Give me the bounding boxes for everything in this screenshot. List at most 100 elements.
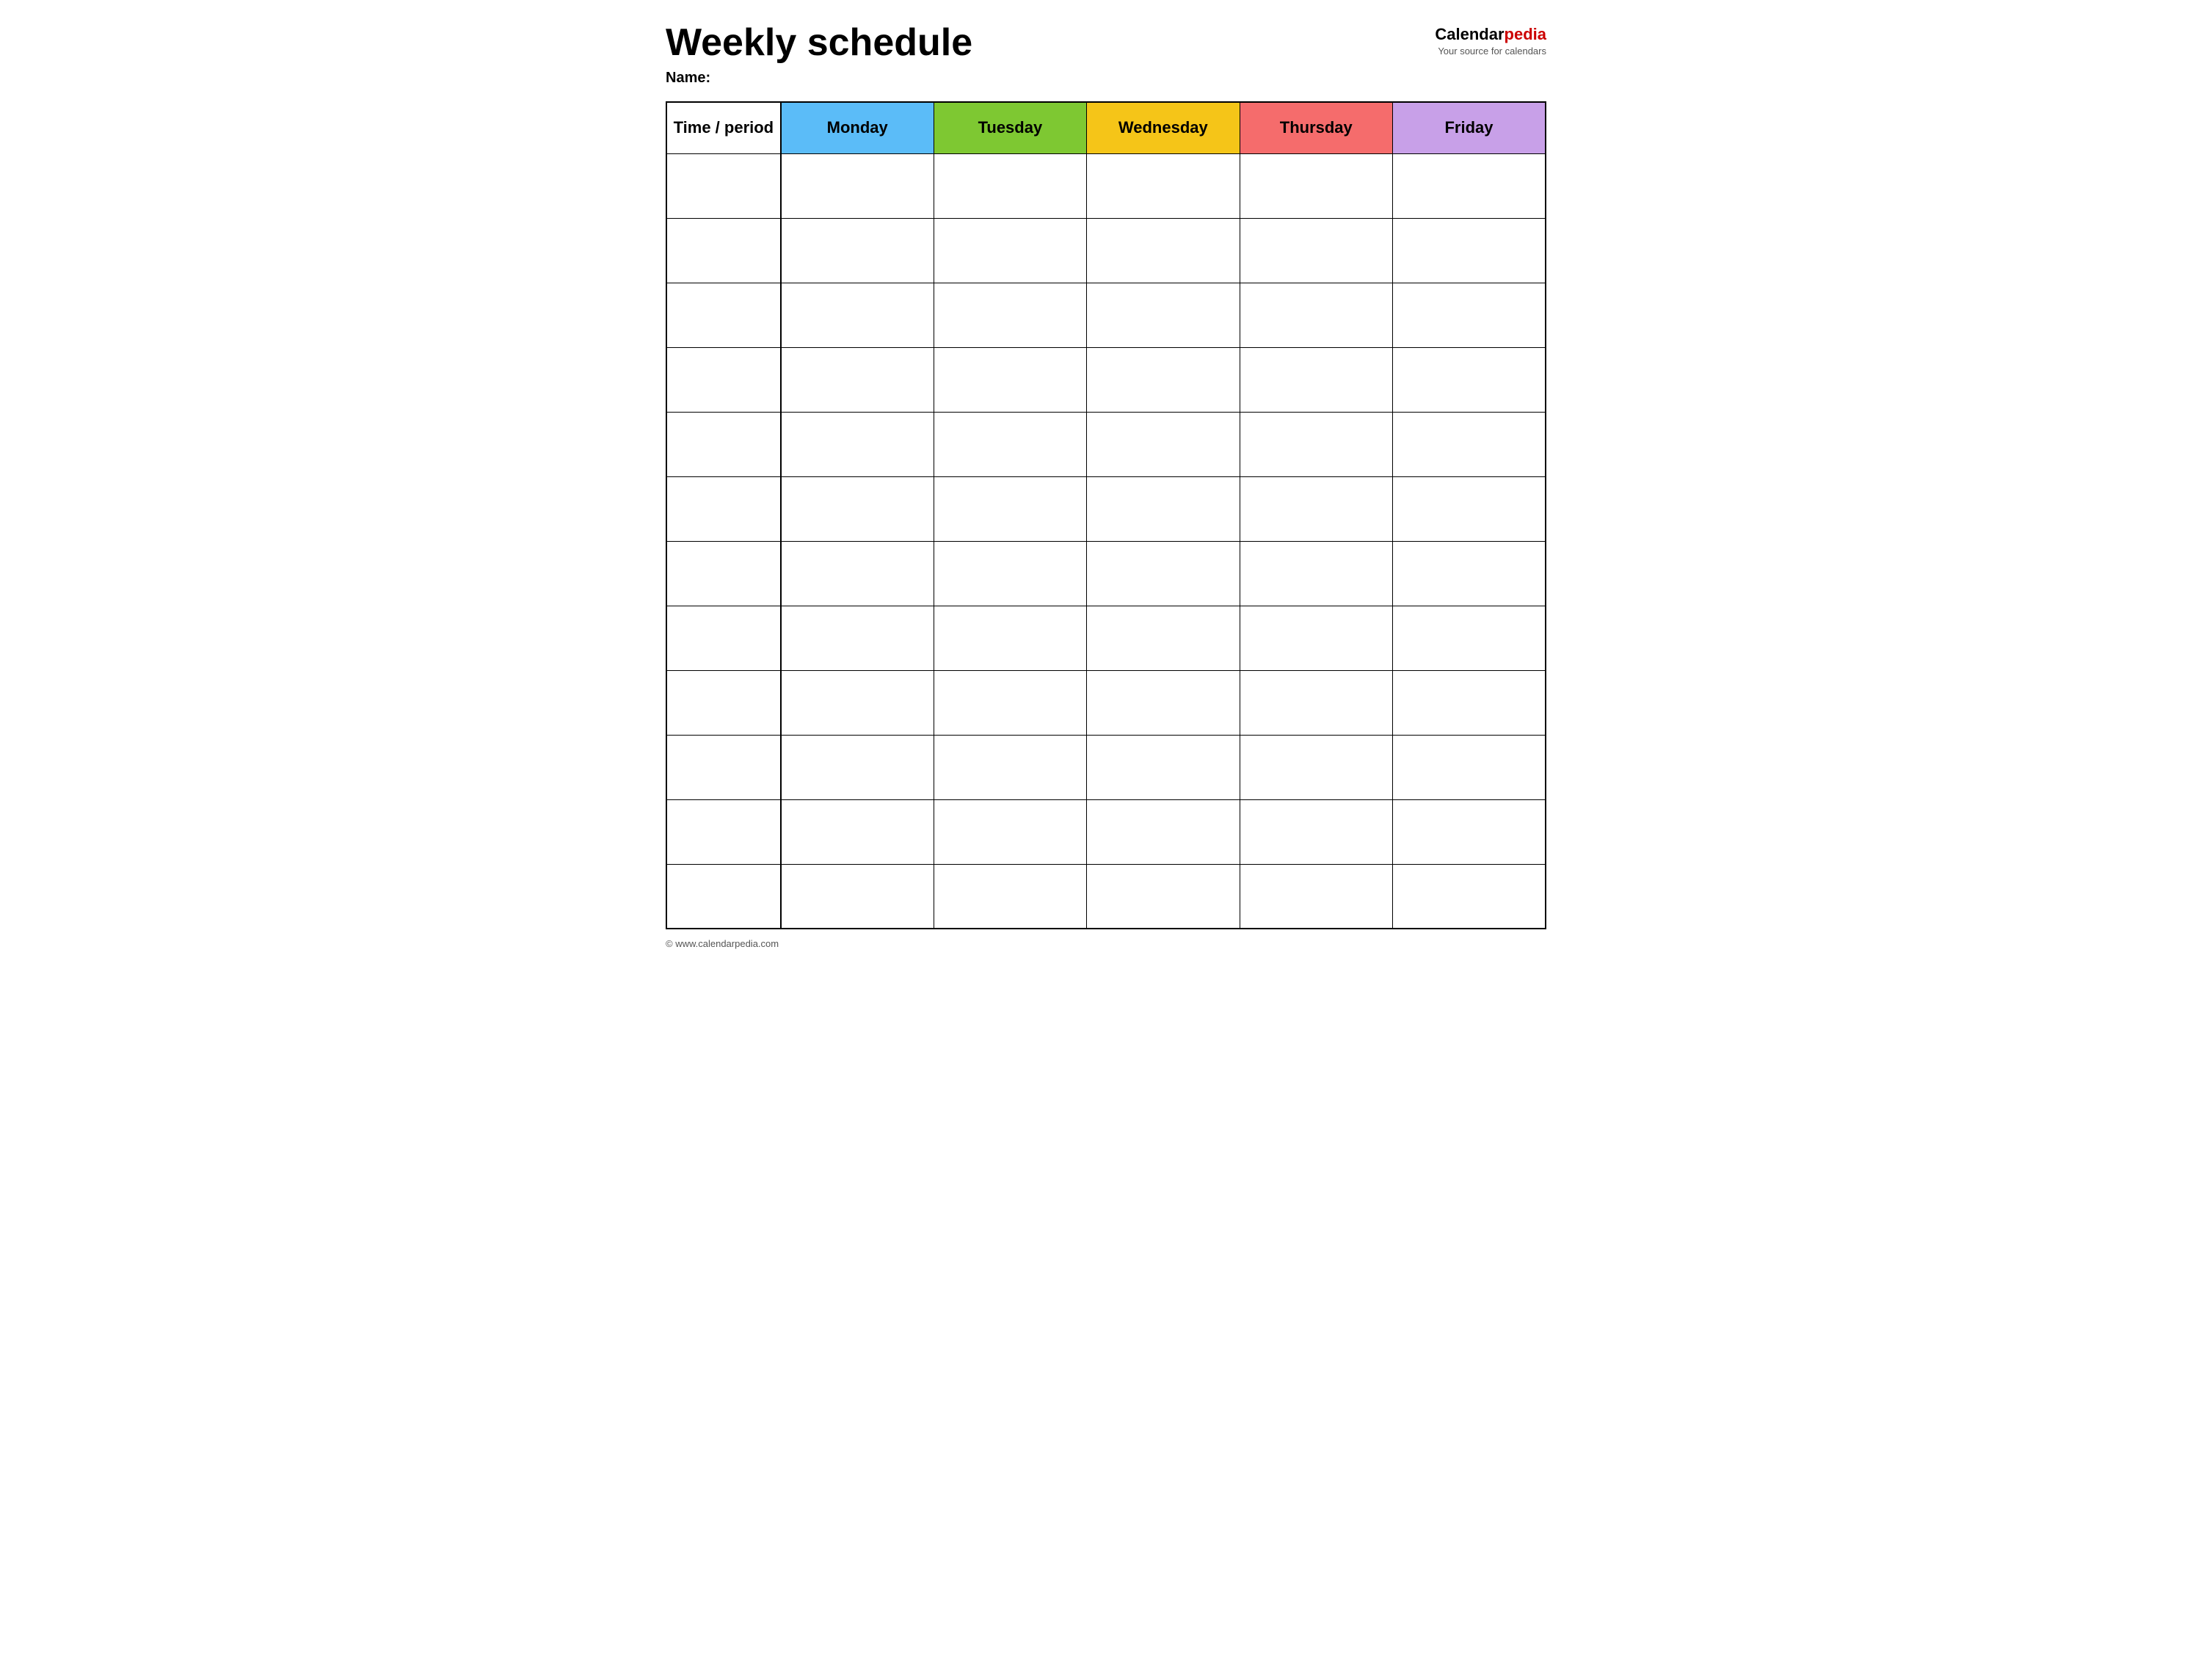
time-cell[interactable] <box>666 218 781 283</box>
table-row <box>666 283 1546 347</box>
day-cell[interactable] <box>781 735 934 799</box>
day-cell[interactable] <box>1240 476 1392 541</box>
day-cell[interactable] <box>1392 347 1546 412</box>
day-cell[interactable] <box>1240 347 1392 412</box>
day-cell[interactable] <box>781 218 934 283</box>
day-cell[interactable] <box>934 347 1086 412</box>
day-cell[interactable] <box>1087 606 1240 670</box>
day-cell[interactable] <box>934 670 1086 735</box>
time-cell[interactable] <box>666 347 781 412</box>
table-row <box>666 218 1546 283</box>
day-cell[interactable] <box>1392 283 1546 347</box>
col-header-friday: Friday <box>1392 102 1546 153</box>
time-cell[interactable] <box>666 153 781 218</box>
time-cell[interactable] <box>666 735 781 799</box>
table-row <box>666 347 1546 412</box>
day-cell[interactable] <box>1240 670 1392 735</box>
day-cell[interactable] <box>1087 864 1240 929</box>
day-cell[interactable] <box>1240 606 1392 670</box>
time-cell[interactable] <box>666 606 781 670</box>
day-cell[interactable] <box>1087 218 1240 283</box>
day-cell[interactable] <box>1392 799 1546 864</box>
col-header-thursday: Thursday <box>1240 102 1392 153</box>
day-cell[interactable] <box>1240 799 1392 864</box>
day-cell[interactable] <box>1087 735 1240 799</box>
day-cell[interactable] <box>1240 412 1392 476</box>
day-cell[interactable] <box>934 864 1086 929</box>
table-row <box>666 799 1546 864</box>
day-cell[interactable] <box>1240 541 1392 606</box>
day-cell[interactable] <box>781 412 934 476</box>
table-row <box>666 735 1546 799</box>
time-cell[interactable] <box>666 670 781 735</box>
time-cell[interactable] <box>666 541 781 606</box>
header-row: Time / period Monday Tuesday Wednesday T… <box>666 102 1546 153</box>
col-header-monday: Monday <box>781 102 934 153</box>
col-header-wednesday: Wednesday <box>1087 102 1240 153</box>
time-cell[interactable] <box>666 283 781 347</box>
header-section: Weekly schedule Name: Calendarpedia Your… <box>666 22 1546 87</box>
day-cell[interactable] <box>1087 799 1240 864</box>
logo-text: Calendarpedia <box>1435 25 1546 44</box>
day-cell[interactable] <box>1392 864 1546 929</box>
logo-pedia: pedia <box>1505 25 1546 43</box>
day-cell[interactable] <box>934 476 1086 541</box>
day-cell[interactable] <box>1240 864 1392 929</box>
day-cell[interactable] <box>1392 218 1546 283</box>
col-header-tuesday: Tuesday <box>934 102 1086 153</box>
day-cell[interactable] <box>934 606 1086 670</box>
day-cell[interactable] <box>934 412 1086 476</box>
day-cell[interactable] <box>934 799 1086 864</box>
time-cell[interactable] <box>666 476 781 541</box>
table-row <box>666 412 1546 476</box>
day-cell[interactable] <box>781 476 934 541</box>
day-cell[interactable] <box>781 347 934 412</box>
day-cell[interactable] <box>1240 283 1392 347</box>
day-cell[interactable] <box>934 218 1086 283</box>
logo-area: Calendarpedia Your source for calendars <box>1435 25 1546 57</box>
day-cell[interactable] <box>781 799 934 864</box>
day-cell[interactable] <box>1392 735 1546 799</box>
title-area: Weekly schedule Name: <box>666 22 972 87</box>
day-cell[interactable] <box>1087 283 1240 347</box>
day-cell[interactable] <box>1392 541 1546 606</box>
day-cell[interactable] <box>1087 153 1240 218</box>
logo-calendar: Calendar <box>1435 25 1504 43</box>
col-header-time: Time / period <box>666 102 781 153</box>
day-cell[interactable] <box>781 541 934 606</box>
day-cell[interactable] <box>934 735 1086 799</box>
day-cell[interactable] <box>1392 606 1546 670</box>
day-cell[interactable] <box>1240 218 1392 283</box>
day-cell[interactable] <box>781 153 934 218</box>
schedule-table: Time / period Monday Tuesday Wednesday T… <box>666 101 1546 929</box>
day-cell[interactable] <box>1240 153 1392 218</box>
logo-tagline: Your source for calendars <box>1438 46 1546 57</box>
day-cell[interactable] <box>1392 412 1546 476</box>
day-cell[interactable] <box>781 864 934 929</box>
day-cell[interactable] <box>934 153 1086 218</box>
day-cell[interactable] <box>781 670 934 735</box>
day-cell[interactable] <box>1087 412 1240 476</box>
day-cell[interactable] <box>1087 476 1240 541</box>
day-cell[interactable] <box>781 606 934 670</box>
table-row <box>666 606 1546 670</box>
page-title: Weekly schedule <box>666 22 972 64</box>
day-cell[interactable] <box>1087 541 1240 606</box>
day-cell[interactable] <box>1392 153 1546 218</box>
footer-copyright: © www.calendarpedia.com <box>666 938 1546 949</box>
time-cell[interactable] <box>666 799 781 864</box>
day-cell[interactable] <box>1240 735 1392 799</box>
time-cell[interactable] <box>666 864 781 929</box>
day-cell[interactable] <box>1087 670 1240 735</box>
time-cell[interactable] <box>666 412 781 476</box>
day-cell[interactable] <box>934 283 1086 347</box>
day-cell[interactable] <box>781 283 934 347</box>
table-row <box>666 670 1546 735</box>
table-row <box>666 541 1546 606</box>
table-row <box>666 864 1546 929</box>
day-cell[interactable] <box>934 541 1086 606</box>
day-cell[interactable] <box>1392 476 1546 541</box>
day-cell[interactable] <box>1392 670 1546 735</box>
day-cell[interactable] <box>1087 347 1240 412</box>
page-wrapper: Weekly schedule Name: Calendarpedia Your… <box>666 22 1546 949</box>
